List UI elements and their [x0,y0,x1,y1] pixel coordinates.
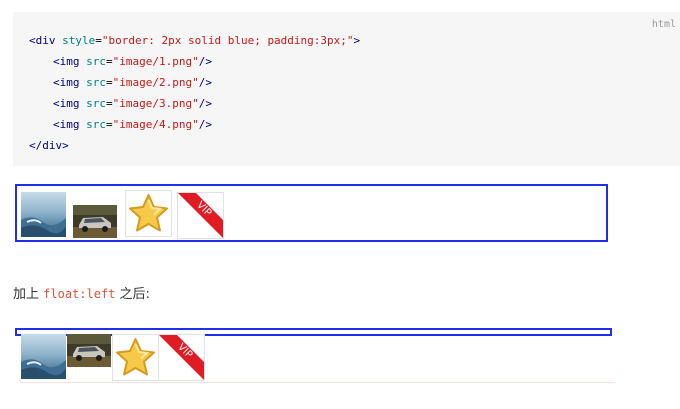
demo-divider [20,382,615,383]
code-tag-close: /> [198,97,212,110]
code-line-5: <img src="image/4.png"/> [53,118,212,132]
vip-ribbon-icon: VIP [158,334,205,381]
code-attr: src [79,55,106,68]
code-line-6: </div> [29,139,69,153]
code-block: html <div style="border: 2px solid blue;… [13,12,680,166]
star-icon [112,334,159,381]
caption-inline-code: float:left [43,287,116,301]
code-eq: = [106,118,113,131]
code-eq: = [95,34,102,47]
caption-prefix: 加上 [13,287,40,302]
caption-suffix: 之后: [119,287,150,302]
code-line-1: <div style="border: 2px solid blue; padd… [29,34,360,48]
star-icon [125,190,172,237]
code-value: "image/1.png" [112,55,199,68]
code-value: "border: 2px solid blue; padding:3px;" [101,34,354,47]
code-value: "image/3.png" [112,97,199,110]
code-attr: src [79,97,106,110]
vip-ribbon-icon: VIP [177,192,224,239]
code-eq: = [106,55,113,68]
code-attr: src [79,118,106,131]
code-tag: <img [53,55,80,68]
code-tag-close: /> [198,55,212,68]
code-line-2: <img src="image/1.png"/> [53,55,212,69]
code-value: "image/4.png" [112,118,199,131]
code-eq: = [106,76,113,89]
code-attr: src [79,76,106,89]
car-image-icon [67,334,111,367]
code-tag: <div [29,34,56,47]
demo-normal-container: VIP [15,184,608,242]
code-tag-close: > [62,139,69,152]
code-language-label: html [651,19,676,30]
code-eq: = [106,97,113,110]
code-tag-close: /> [198,76,212,89]
code-tag: <img [53,76,80,89]
car-image-icon [73,205,117,238]
code-tag: </div [29,139,63,152]
sea-image-icon [21,334,66,379]
code-tag-close: /> [198,118,212,131]
code-value: "image/2.png" [112,76,199,89]
code-line-4: <img src="image/3.png"/> [53,97,212,111]
code-attr: style [55,34,96,47]
code-line-3: <img src="image/2.png"/> [53,76,212,90]
code-tag: <img [53,118,80,131]
code-tag: <img [53,97,80,110]
sea-image-icon [21,192,66,237]
code-tag-close: > [353,34,361,47]
float-caption: 加上 float:left 之后: [13,283,150,302]
